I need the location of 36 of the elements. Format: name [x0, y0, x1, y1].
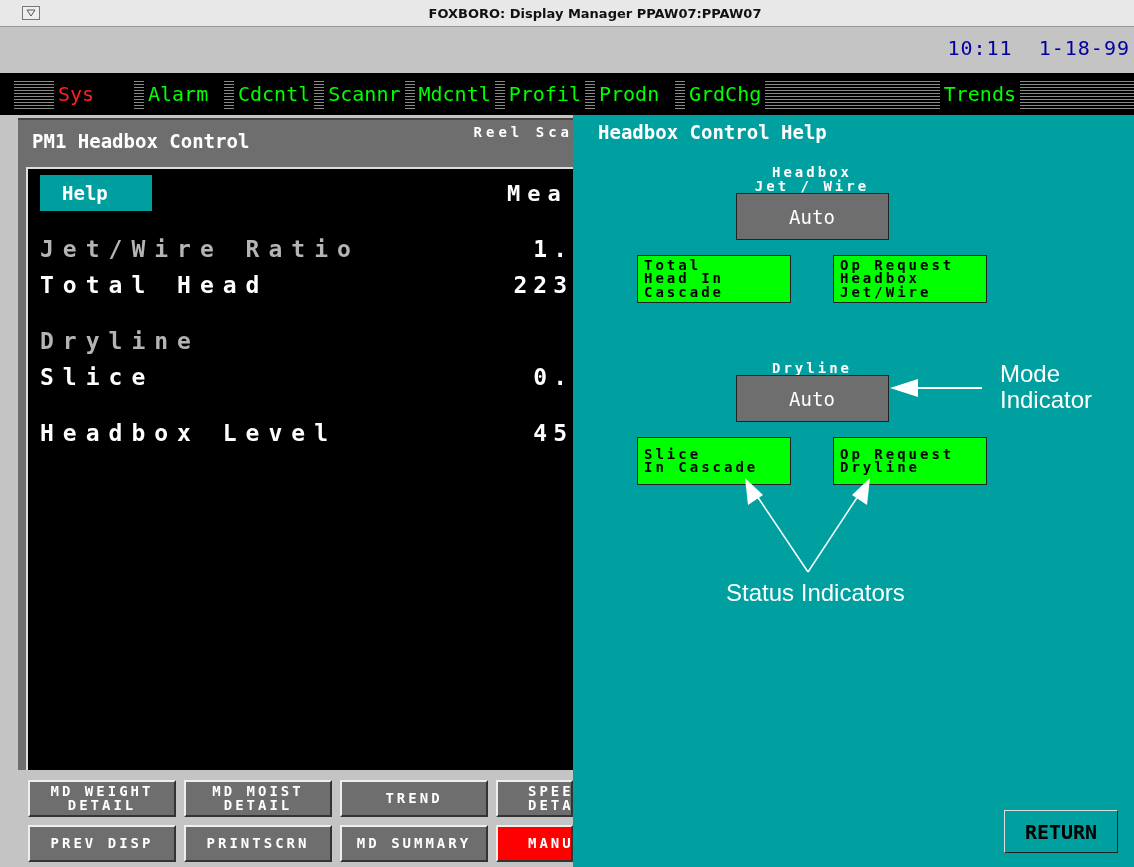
status-indicator: Slice In Cascade	[637, 437, 791, 485]
window-title: FOXBORO: Display Manager PPAW07:PPAW07	[427, 5, 763, 21]
display-button[interactable]: MD MOIST DETAIL	[184, 780, 332, 817]
display-button[interactable]: MD WEIGHT DETAIL	[28, 780, 176, 817]
display-button[interactable]: SPEE DETA	[496, 780, 573, 817]
mode-indicator: Auto	[735, 193, 889, 240]
section-label: Headbox Jet / Wire	[754, 163, 870, 193]
row-label: Dryline	[40, 328, 200, 354]
help-button[interactable]: Help	[40, 175, 152, 211]
row-label: Headbox Level	[40, 420, 337, 446]
display-button[interactable]: MD SUMMARY	[340, 825, 488, 862]
status-indicator: Op Request Dryline	[833, 437, 987, 485]
status-indicators-label: Status Indicators	[726, 580, 905, 607]
status-indicator: Total Head In Cascade	[637, 255, 791, 303]
row-value: 45	[532, 420, 573, 446]
display-button[interactable]: PREV DISP	[28, 825, 176, 862]
display-button[interactable]: MANU	[496, 825, 573, 862]
status-indicator: Op Request Headbox Jet/Wire	[833, 255, 987, 303]
row-value: 0.	[532, 364, 573, 390]
display-button[interactable]: TREND	[340, 780, 488, 817]
display-title: PM1 Headbox Control	[32, 130, 250, 152]
column-heading: Mea	[507, 180, 569, 206]
row-value: 1.	[532, 236, 573, 262]
display-button[interactable]: PRINTSCRN	[184, 825, 332, 862]
header-label: Reel Sca	[473, 124, 573, 140]
help-title: Headbox Control Help	[598, 121, 827, 143]
mode-indicator: Auto	[735, 375, 889, 422]
row-label: Total Head	[40, 272, 269, 298]
section-label: Dryline	[772, 358, 852, 375]
row-label: Jet/Wire Ratio	[40, 236, 360, 262]
row-value: 223	[512, 272, 573, 298]
window-menu-icon[interactable]	[22, 6, 40, 20]
row-label: Slice	[40, 364, 155, 390]
clock: 10:11 1-18-99	[947, 36, 1130, 60]
mode-indicator-label: Mode Indicator	[1000, 361, 1093, 414]
return-button[interactable]: RETURN	[1004, 810, 1118, 853]
